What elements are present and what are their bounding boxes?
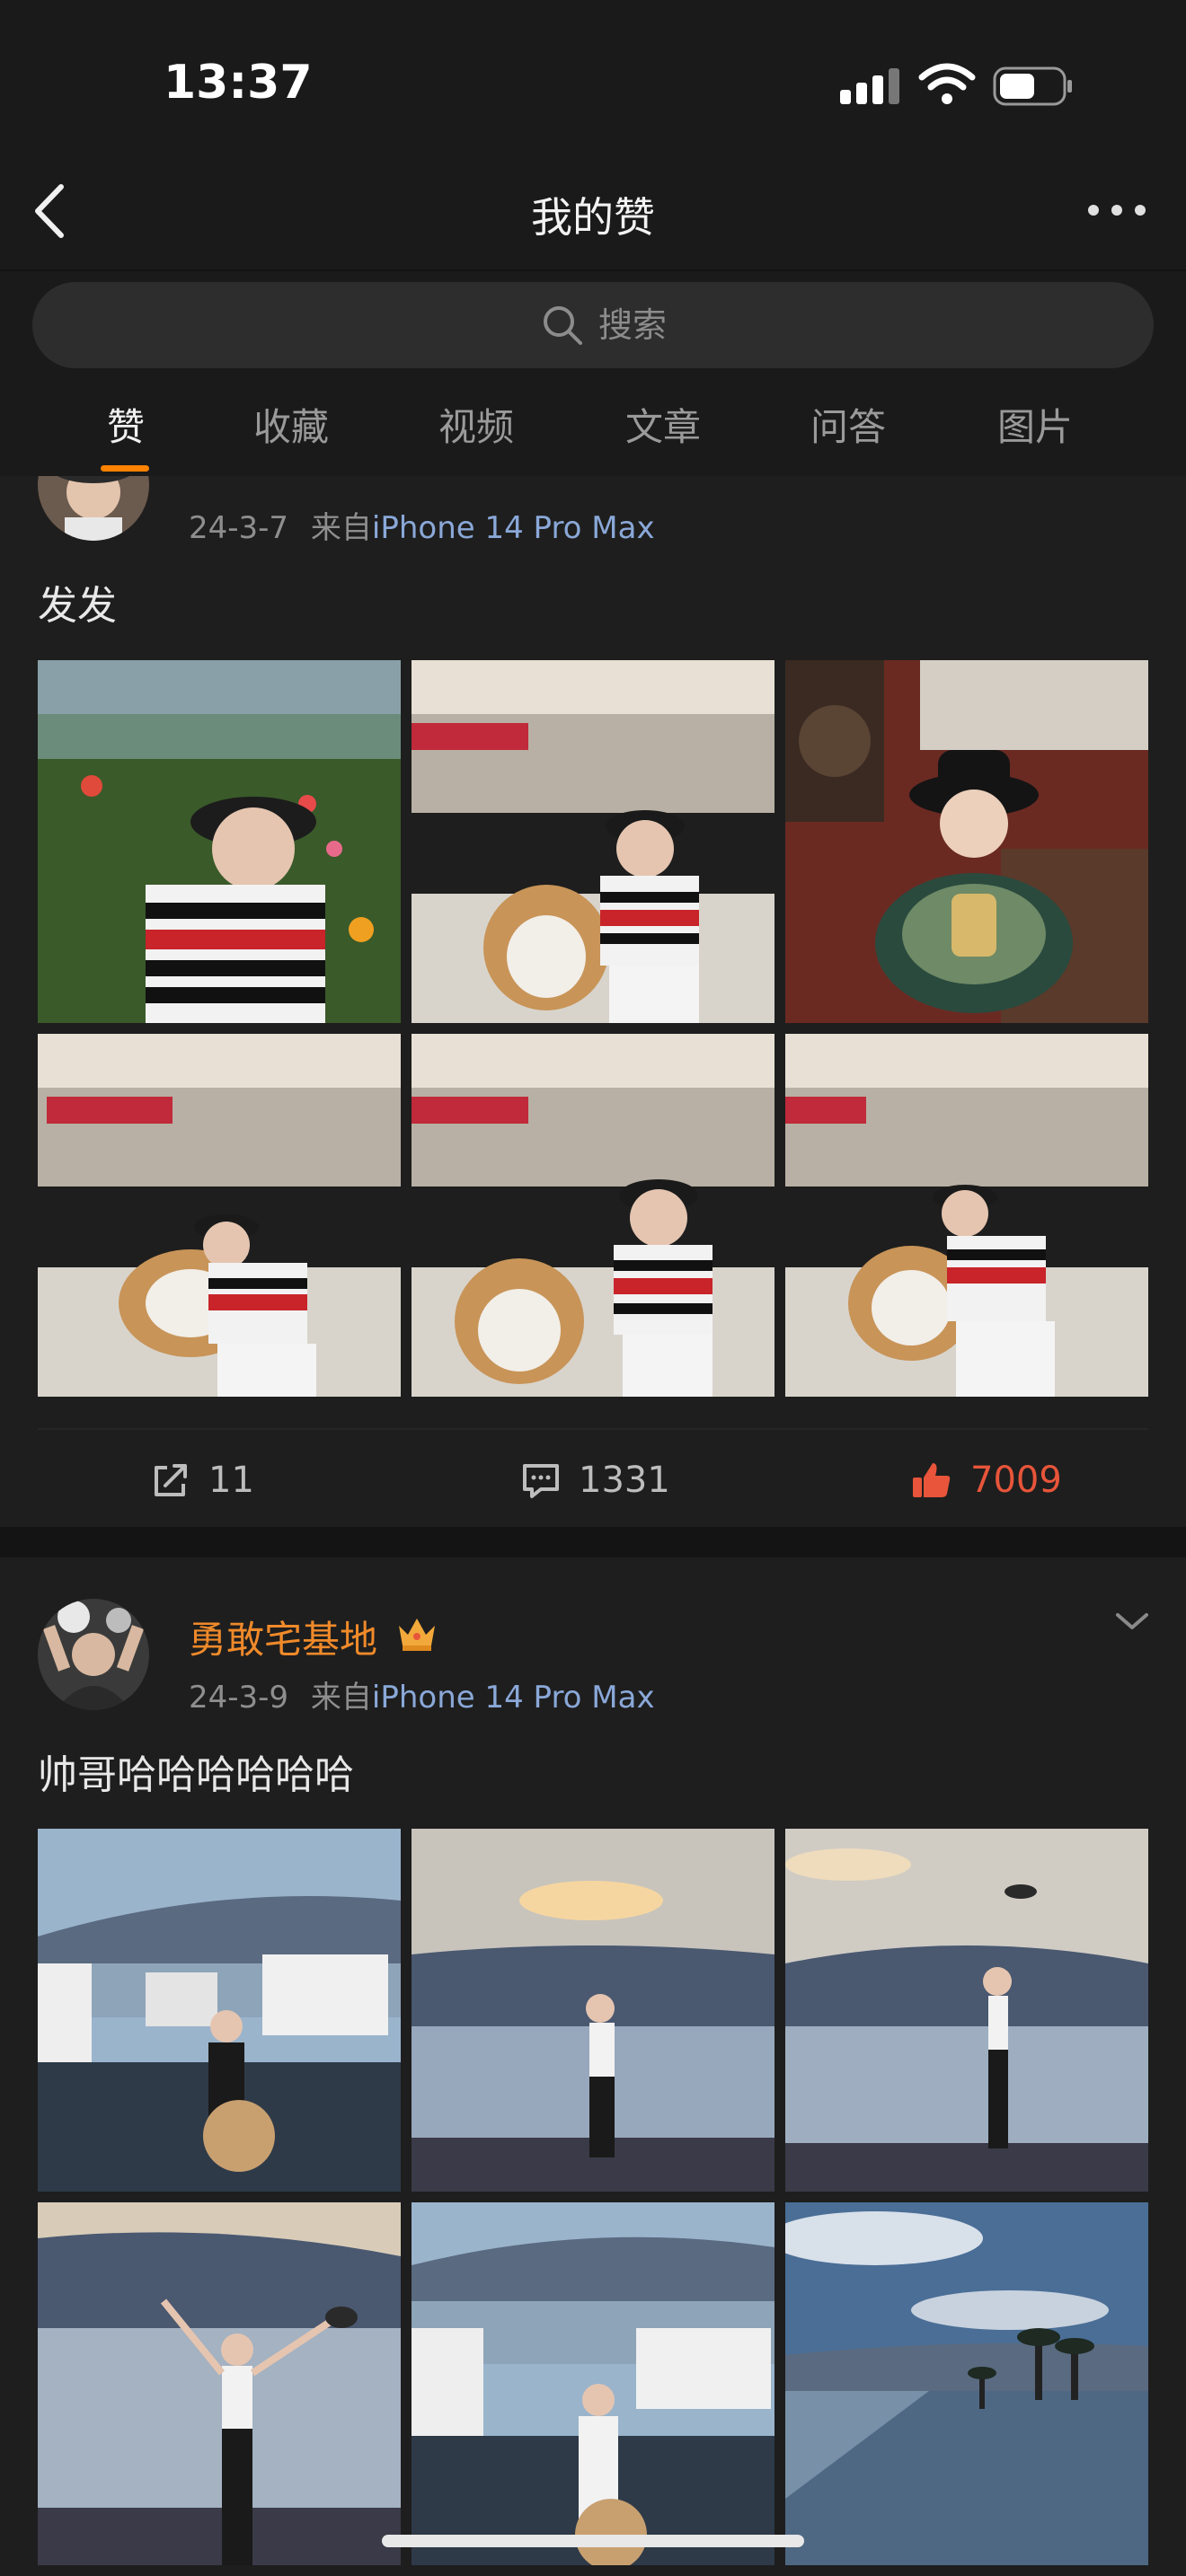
more-icon[interactable] [1085, 201, 1148, 219]
post-date: 24-3-9 [189, 1680, 289, 1716]
home-indicator[interactable] [382, 2535, 804, 2547]
status-time: 13:37 [164, 56, 313, 110]
search-icon [544, 306, 582, 345]
post-photo[interactable] [38, 1034, 401, 1397]
post-text: 帅哥哈哈哈哈哈哈 [38, 1752, 354, 1798]
comment-button[interactable]: 1331 [521, 1453, 670, 1507]
thumbs-up-icon [913, 1463, 951, 1497]
active-tab-indicator [101, 465, 149, 472]
post-device: iPhone 14 Pro Max [371, 510, 655, 546]
like-button[interactable]: 7009 [911, 1453, 1062, 1507]
post-text: 发发 [38, 583, 117, 629]
post-meta: 24-3-7 来自iPhone 14 Pro Max [189, 503, 655, 547]
tab-likes[interactable]: 赞 [63, 397, 189, 452]
action-divider [38, 1428, 1148, 1430]
post-photo[interactable] [412, 660, 774, 1023]
post-photo[interactable] [412, 1034, 774, 1397]
post-date: 24-3-7 [189, 510, 289, 546]
chevron-down-icon[interactable] [1114, 1608, 1150, 1635]
post-photo[interactable] [38, 660, 401, 1023]
comment-count: 1331 [579, 1460, 670, 1501]
search-input[interactable] [598, 304, 778, 347]
repost-button[interactable]: 11 [151, 1453, 254, 1507]
tab-videos[interactable]: 视频 [413, 397, 539, 452]
tab-qa[interactable]: 问答 [785, 397, 911, 452]
post-device: iPhone 14 Pro Max [371, 1680, 655, 1716]
post-separator [0, 1527, 1186, 1557]
page-title: 我的赞 [531, 193, 655, 242]
post-photo[interactable] [38, 1829, 401, 2192]
tab-articles[interactable]: 文章 [600, 397, 726, 452]
post-source-prefix: 来自 [310, 1680, 372, 1716]
search-bar[interactable] [32, 282, 1154, 368]
cellular-signal-icon [840, 68, 899, 104]
header-divider [0, 269, 1186, 271]
like-count: 7009 [970, 1460, 1062, 1501]
post-meta: 24-3-9 来自iPhone 14 Pro Max [189, 1672, 655, 1716]
post-photo[interactable] [38, 2202, 401, 2565]
repost-icon [155, 1464, 187, 1496]
wifi-icon [918, 63, 976, 104]
tab-favorites[interactable]: 收藏 [228, 397, 354, 452]
post-photo[interactable] [412, 2202, 774, 2565]
crown-icon [399, 1619, 435, 1651]
tab-images[interactable]: 图片 [972, 397, 1098, 452]
avatar[interactable] [38, 1599, 149, 1710]
comment-icon [523, 1464, 559, 1498]
post-source-prefix: 来自 [310, 510, 372, 546]
post-username[interactable]: 勇敢宅基地 [189, 1610, 377, 1664]
post-photo[interactable] [785, 1829, 1148, 2192]
battery-icon [993, 66, 1072, 106]
post-photo[interactable] [412, 1829, 774, 2192]
repost-count: 11 [208, 1460, 254, 1501]
post-photo[interactable] [785, 1034, 1148, 1397]
post-photo[interactable] [785, 2202, 1148, 2565]
post-photo[interactable] [785, 660, 1148, 1023]
